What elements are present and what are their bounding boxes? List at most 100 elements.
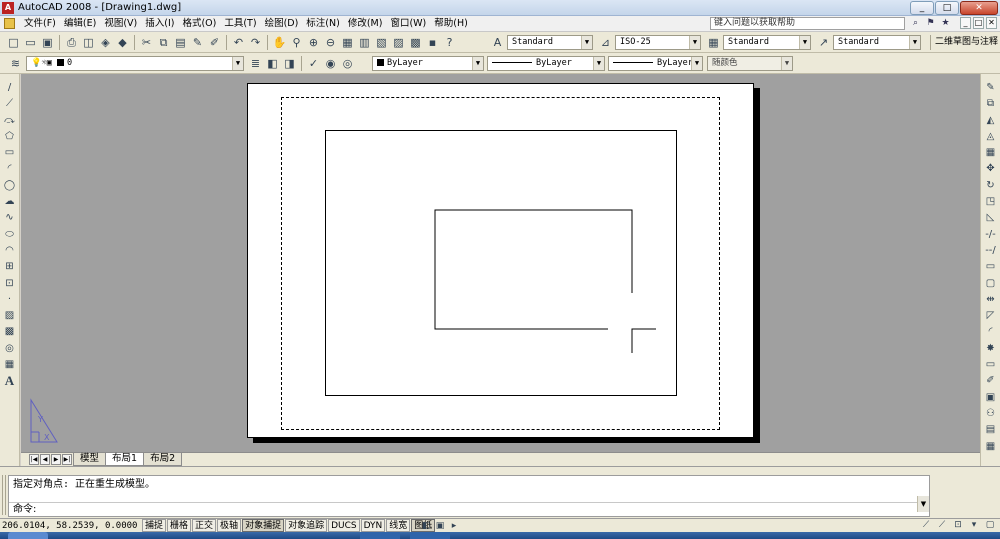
- mirror-icon[interactable]: ◭: [983, 113, 999, 129]
- tab-layout1[interactable]: 布局1: [105, 453, 145, 466]
- next-tab-button[interactable]: ▶: [51, 454, 61, 465]
- fillet-icon[interactable]: ◜: [983, 324, 999, 340]
- grid-toggle[interactable]: 栅格: [167, 519, 192, 532]
- construction-line-icon[interactable]: ⟋: [2, 96, 18, 112]
- ellipse-arc-icon[interactable]: ◠: [2, 243, 18, 259]
- block-editor-icon[interactable]: ✐: [207, 35, 222, 50]
- snap-toggle[interactable]: 捕捉: [142, 519, 167, 532]
- ducs-toggle[interactable]: DUCS: [328, 519, 360, 532]
- prev-tab-button[interactable]: ◀: [40, 454, 50, 465]
- menu-window[interactable]: 窗口(W): [386, 16, 430, 32]
- trim-icon[interactable]: -/-: [983, 227, 999, 243]
- quickcalc-icon[interactable]: ▪: [425, 35, 440, 50]
- stretch-icon[interactable]: ◺: [983, 210, 999, 226]
- polar-toggle[interactable]: 极轴: [217, 519, 242, 532]
- properties-palette-icon[interactable]: ▦: [340, 35, 355, 50]
- menu-file[interactable]: 文件(F): [20, 16, 60, 32]
- zoom-previous-icon[interactable]: ⊖: [323, 35, 338, 50]
- zoom-window-icon[interactable]: ⊕: [306, 35, 321, 50]
- mleader-style-select[interactable]: Standard ▼: [833, 35, 921, 50]
- minimize-button[interactable]: _: [910, 1, 934, 15]
- search-icon[interactable]: ⌕: [909, 17, 922, 30]
- paste-icon[interactable]: ▤: [173, 35, 188, 50]
- doc-minimize-button[interactable]: _: [960, 17, 971, 29]
- move-icon[interactable]: ✥: [983, 161, 999, 177]
- last-tab-button[interactable]: ▶|: [62, 454, 72, 465]
- drawing-area[interactable]: Y X: [21, 74, 980, 452]
- dim-style-select[interactable]: ISO-25 ▼: [615, 35, 701, 50]
- rectangle-icon[interactable]: ▭: [2, 145, 18, 161]
- layer-unisolate-icon[interactable]: ◎: [340, 56, 355, 71]
- layer-previous-icon[interactable]: ◧: [265, 56, 280, 71]
- menu-edit[interactable]: 编辑(E): [60, 16, 100, 32]
- ellipse-icon[interactable]: ⬭: [2, 227, 18, 243]
- linetype-select[interactable]: ByLayer ▼: [487, 56, 605, 71]
- text-style-icon[interactable]: A: [490, 35, 505, 50]
- join-icon[interactable]: ⇹: [983, 292, 999, 308]
- plot-style-select[interactable]: 随颜色 ▼: [707, 56, 793, 71]
- help-icon[interactable]: ?: [442, 35, 457, 50]
- markup-icon[interactable]: ▤: [983, 422, 999, 438]
- doc-close-button[interactable]: ✕: [986, 17, 997, 29]
- rotate-icon[interactable]: ↻: [983, 178, 999, 194]
- open-icon[interactable]: ▭: [23, 35, 38, 50]
- break-icon[interactable]: ▢: [983, 276, 999, 292]
- taskbar-app-button[interactable]: [360, 532, 400, 539]
- menu-tools[interactable]: 工具(T): [220, 16, 260, 32]
- command-scrollbar[interactable]: ▼: [917, 496, 929, 512]
- lock-icon[interactable]: ⊡: [952, 519, 964, 532]
- tool-palette-tb-icon[interactable]: ▧: [374, 35, 389, 50]
- plot-preview-icon[interactable]: ◫: [81, 35, 96, 50]
- coordinate-readout[interactable]: 206.0104, 58.2539, 0.0000: [2, 520, 138, 532]
- scale-icon[interactable]: ◳: [983, 194, 999, 210]
- erase-icon[interactable]: ✎: [983, 80, 999, 96]
- publish-icon[interactable]: ◈: [98, 35, 113, 50]
- mleader-style-icon[interactable]: ↗: [816, 35, 831, 50]
- menu-insert[interactable]: 插入(I): [141, 16, 178, 32]
- cut-icon[interactable]: ✂: [139, 35, 154, 50]
- maximize-button[interactable]: □: [935, 1, 959, 15]
- first-tab-button[interactable]: |◀: [29, 454, 39, 465]
- revision-cloud-icon[interactable]: ☁: [2, 194, 18, 210]
- layer-states-icon[interactable]: ◨: [282, 56, 297, 71]
- make-block-icon[interactable]: ⊡: [2, 276, 18, 292]
- print-icon[interactable]: ⎙: [64, 35, 79, 50]
- lineweight-select[interactable]: ByLayer ▼: [608, 56, 703, 71]
- menu-draw[interactable]: 绘图(D): [261, 16, 303, 32]
- command-window-grip[interactable]: [2, 475, 6, 515]
- command-input[interactable]: 命令:: [9, 502, 929, 516]
- layer-isolate-icon[interactable]: ◉: [323, 56, 338, 71]
- offset-icon[interactable]: ◬: [983, 129, 999, 145]
- redo-icon[interactable]: ↷: [248, 35, 263, 50]
- sheet-set-icon[interactable]: ⚇: [983, 406, 999, 422]
- otrack-toggle[interactable]: 对象追踪: [285, 519, 328, 532]
- annotation-visibility-icon[interactable]: ⟋: [936, 519, 948, 532]
- table-style-icon[interactable]: ▦: [706, 35, 721, 50]
- text-style-select[interactable]: Standard ▼: [507, 35, 593, 50]
- mtext-icon[interactable]: A: [2, 373, 18, 389]
- calculator-icon[interactable]: ▦: [983, 439, 999, 455]
- menu-format[interactable]: 格式(O): [178, 16, 220, 32]
- polyline-icon[interactable]: ⤼: [2, 113, 18, 129]
- workspace-select[interactable]: 二维草图与注释: [930, 35, 1000, 50]
- sheet-set-tb-icon[interactable]: ▨: [391, 35, 406, 50]
- favorites-star-icon[interactable]: ★: [939, 17, 952, 30]
- table-style-select[interactable]: Standard ▼: [723, 35, 811, 50]
- osnap-toggle[interactable]: 对象捕捉: [242, 519, 285, 532]
- ortho-toggle[interactable]: 正交: [192, 519, 217, 532]
- menu-modify[interactable]: 修改(M): [344, 16, 387, 32]
- extend-icon[interactable]: --/: [983, 243, 999, 259]
- color-select[interactable]: ByLayer ▼: [372, 56, 484, 71]
- menu-help[interactable]: 帮助(H): [430, 16, 472, 32]
- arc-icon[interactable]: ◜: [2, 161, 18, 177]
- save-icon[interactable]: ▣: [40, 35, 55, 50]
- start-button[interactable]: [8, 532, 48, 539]
- help-search-input[interactable]: 键入问题以获取帮助: [710, 17, 905, 30]
- design-center-tb-icon[interactable]: ▥: [357, 35, 372, 50]
- autocad-app-icon[interactable]: A: [2, 2, 14, 14]
- polygon-icon[interactable]: ⬠: [2, 129, 18, 145]
- menu-view[interactable]: 视图(V): [100, 16, 141, 32]
- chamfer-icon[interactable]: ◸: [983, 308, 999, 324]
- region-icon[interactable]: ◎: [2, 341, 18, 357]
- explode-icon[interactable]: ✸: [983, 341, 999, 357]
